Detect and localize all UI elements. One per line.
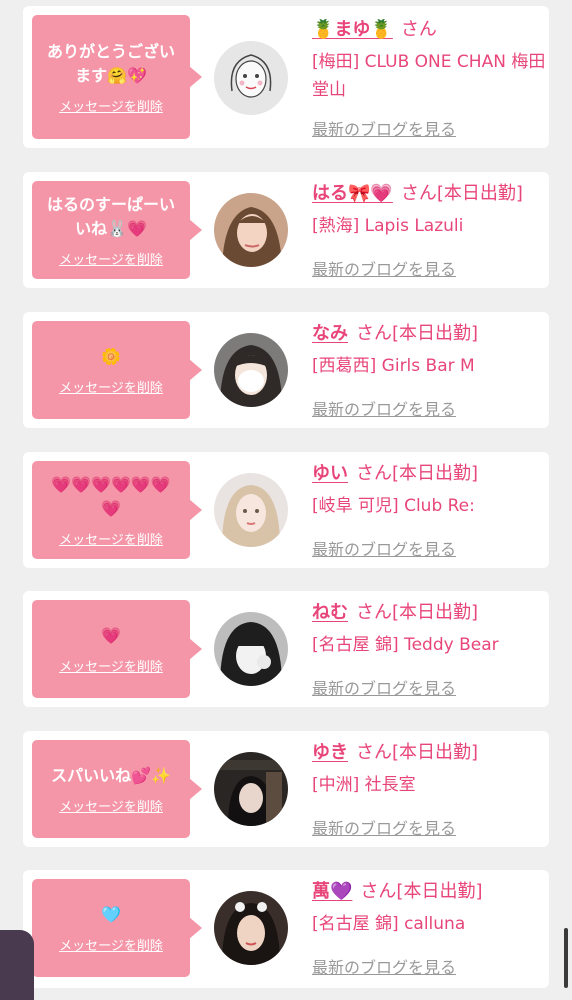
message-bubble: スパいいね💕✨ メッセージを削除 [32, 740, 190, 838]
status-badge: [本日出勤] [392, 742, 479, 763]
status-badge: [本日出勤] [396, 881, 483, 902]
shop-name: [熱海] Lapis Lazuli [312, 216, 464, 236]
avatar[interactable] [214, 612, 288, 686]
photo-avatar-icon [214, 891, 288, 965]
status-badge: [本日出勤] [392, 602, 479, 623]
shop-name: [名古屋 錦] calluna [312, 914, 466, 934]
profile-info: はる🎀💗 さん[本日出勤] [熱海] Lapis Lazuli [312, 182, 546, 240]
avatar[interactable] [214, 41, 288, 115]
list-item: 💗💗💗💗💗💗 💗 メッセージを削除 ゆい さん[本日出勤] [岐阜 可児] Clu… [23, 452, 549, 568]
photo-avatar-icon [214, 612, 288, 686]
message-text: 💗💗💗💗💗💗 💗 [51, 474, 171, 518]
blog-link[interactable]: 最新のブログを見る [312, 256, 456, 280]
list-item: はるのすーぱーい いね🐰💗 メッセージを削除 はる🎀💗 さん[本日出勤] [熱海]… [23, 172, 549, 288]
sketch-portrait-avatar-icon [214, 41, 288, 115]
message-bubble: 🩵 メッセージを削除 [32, 879, 190, 977]
honorific: さん [356, 742, 392, 763]
profile-info: 萬💜 さん[本日出勤] [名古屋 錦] calluna [312, 880, 546, 938]
avatar[interactable] [214, 333, 288, 407]
shop-name: [中洲] 社長室 [312, 775, 416, 795]
list-item: 🩵 メッセージを削除 萬💜 さん[本日出勤] [名古屋 錦] calluna 最新… [23, 870, 549, 988]
blog-link[interactable]: 最新のブログを見る [312, 675, 456, 699]
blog-link[interactable]: 最新のブログを見る [312, 954, 456, 978]
honorific: さん [400, 19, 437, 40]
delete-message-button[interactable]: メッセージを削除 [59, 656, 163, 675]
profile-name-link[interactable]: ゆき [312, 742, 348, 763]
list-item: 💗 メッセージを削除 ねむ さん[本日出勤] [名古屋 錦] Teddy Bear… [23, 591, 549, 707]
delete-message-button[interactable]: メッセージを削除 [59, 377, 163, 396]
blog-link[interactable]: 最新のブログを見る [312, 396, 456, 420]
message-bubble: 💗💗💗💗💗💗 💗 メッセージを削除 [32, 461, 190, 559]
message-bubble: ありがとうござい ます🤗💖 メッセージを削除 [32, 15, 190, 139]
delete-message-button[interactable]: メッセージを削除 [59, 935, 163, 954]
profile-info: ゆい さん[本日出勤] [岐阜 可児] Club Re: [312, 462, 546, 520]
avatar[interactable] [214, 752, 288, 826]
honorific: さん [356, 602, 392, 623]
message-bubble: はるのすーぱーい いね🐰💗 メッセージを削除 [32, 181, 190, 279]
profile-name-link[interactable]: はる🎀💗 [312, 183, 393, 204]
status-badge: [本日出勤] [392, 463, 479, 484]
profile-name-link[interactable]: 萬💜 [312, 881, 352, 902]
avatar[interactable] [214, 193, 288, 267]
profile-info: ゆき さん[本日出勤] [中洲] 社長室 [312, 741, 546, 799]
profile-name-link[interactable]: なみ [312, 323, 348, 344]
message-bubble: 🌼 メッセージを削除 [32, 321, 190, 419]
blog-link[interactable]: 最新のブログを見る [312, 536, 456, 560]
message-text: 🌼 [101, 346, 121, 366]
list-item: スパいいね💕✨ メッセージを削除 ゆき さん[本日出勤] [中洲] 社長室 最新の… [23, 731, 549, 847]
profile-name-link[interactable]: 🍍まゆ🍍 [312, 19, 393, 40]
photo-avatar-icon [214, 333, 288, 407]
photo-avatar-icon [214, 752, 288, 826]
photo-avatar-icon [214, 473, 288, 547]
profile-info: ねむ さん[本日出勤] [名古屋 錦] Teddy Bear [312, 601, 546, 659]
honorific: さん [360, 881, 397, 902]
shop-name: [梅田] CLUB ONE CHAN 梅田堂山 [312, 52, 546, 100]
blog-link[interactable]: 最新のブログを見る [312, 116, 456, 140]
shop-name: [名古屋 錦] Teddy Bear [312, 635, 499, 655]
honorific: さん [356, 463, 392, 484]
scrollbar[interactable] [564, 928, 568, 988]
status-badge: [本日出勤] [436, 183, 523, 204]
message-bubble: 💗 メッセージを削除 [32, 600, 190, 698]
message-text: はるのすーぱーい いね🐰💗 [46, 194, 175, 238]
profile-info: 🍍まゆ🍍 さん [梅田] CLUB ONE CHAN 梅田堂山 [312, 18, 546, 104]
delete-message-button[interactable]: メッセージを削除 [59, 796, 163, 815]
profile-info: なみ さん[本日出勤] [西葛西] Girls Bar M [312, 322, 546, 380]
status-badge: [本日出勤] [392, 323, 479, 344]
honorific: さん [400, 183, 437, 204]
shop-name: [岐阜 可児] Club Re: [312, 496, 475, 516]
floating-button[interactable] [0, 930, 34, 1000]
blog-link[interactable]: 最新のブログを見る [312, 815, 456, 839]
avatar[interactable] [214, 473, 288, 547]
message-text: ありがとうござい ます🤗💖 [46, 41, 175, 85]
honorific: さん [356, 323, 392, 344]
message-text: スパいいね💕✨ [51, 765, 171, 785]
profile-name-link[interactable]: ねむ [312, 602, 348, 623]
avatar[interactable] [214, 891, 288, 965]
list-item: ありがとうござい ます🤗💖 メッセージを削除 🍍まゆ🍍 さん [梅田] CLUB … [23, 6, 549, 148]
delete-message-button[interactable]: メッセージを削除 [59, 96, 163, 115]
delete-message-button[interactable]: メッセージを削除 [59, 249, 163, 268]
photo-avatar-icon [214, 193, 288, 267]
message-text: 🩵 [101, 904, 121, 924]
list-item: 🌼 メッセージを削除 なみ さん[本日出勤] [西葛西] Girls Bar M … [23, 312, 549, 428]
message-text: 💗 [101, 625, 121, 645]
profile-name-link[interactable]: ゆい [312, 463, 348, 484]
delete-message-button[interactable]: メッセージを削除 [59, 529, 163, 548]
shop-name: [西葛西] Girls Bar M [312, 356, 475, 376]
